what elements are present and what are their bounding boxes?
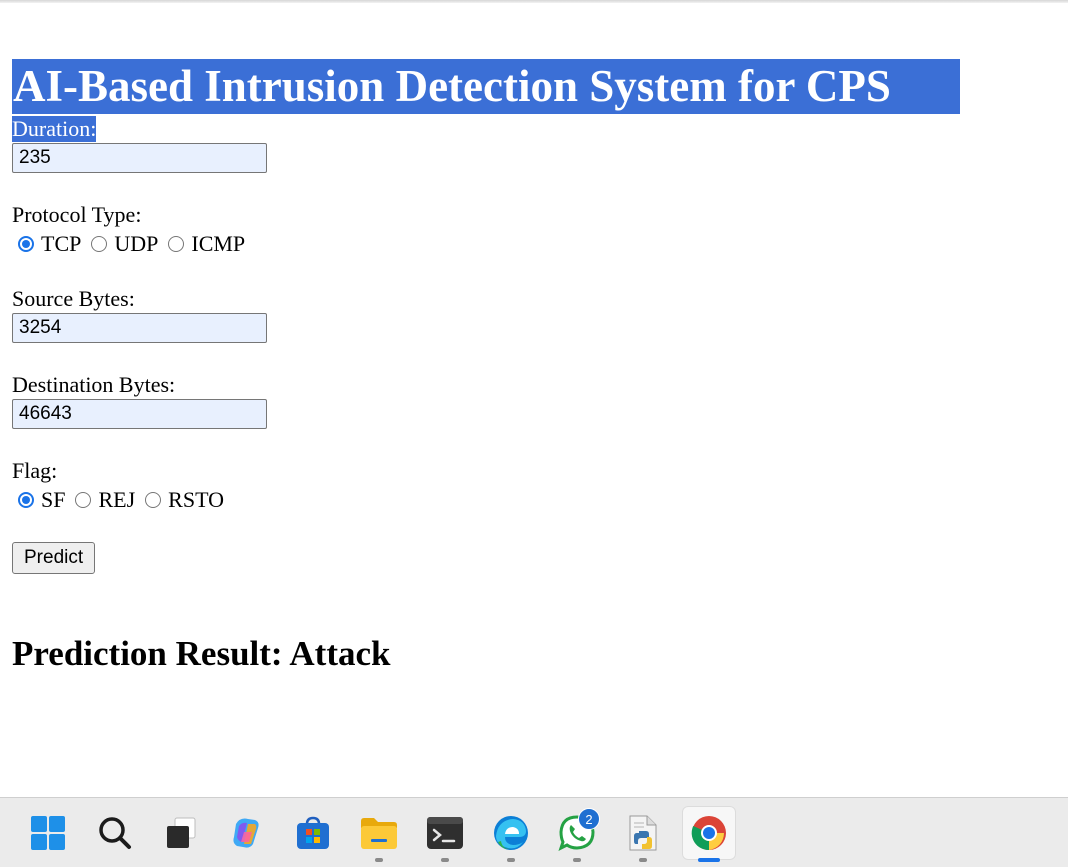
- terminal-icon: [427, 817, 463, 849]
- radio-rej[interactable]: [75, 492, 92, 508]
- edge-browser-icon: [494, 816, 528, 850]
- protocol-type-label: Protocol Type:: [12, 202, 142, 227]
- protocol-option-icmp[interactable]: ICMP: [168, 231, 245, 257]
- taskbar-python-file[interactable]: [616, 806, 670, 862]
- taskbar-copilot[interactable]: [220, 806, 274, 860]
- running-indicator: [375, 858, 383, 862]
- page-title: AI-Based Intrusion Detection System for …: [12, 59, 960, 115]
- radio-sf-label: SF: [41, 487, 66, 512]
- destination-bytes-input[interactable]: [12, 399, 267, 429]
- duration-label: Duration:: [12, 116, 97, 142]
- radio-tcp-label: TCP: [41, 231, 82, 256]
- taskbar-chrome[interactable]: [682, 806, 736, 862]
- running-indicator: [639, 858, 647, 862]
- duration-input[interactable]: [12, 143, 267, 173]
- radio-rsto[interactable]: [145, 492, 162, 508]
- radio-sf[interactable]: [18, 492, 34, 508]
- taskbar-task-view[interactable]: [154, 806, 208, 860]
- source-bytes-input[interactable]: [12, 313, 267, 343]
- windows-start-icon: [31, 816, 65, 850]
- taskbar-file-explorer[interactable]: [352, 806, 406, 862]
- protocol-option-udp[interactable]: UDP: [91, 231, 158, 257]
- running-indicator: [441, 858, 449, 862]
- destination-bytes-label: Destination Bytes:: [12, 372, 176, 397]
- taskbar-terminal[interactable]: [418, 806, 472, 862]
- taskbar-store[interactable]: [286, 806, 340, 860]
- taskbar-whatsapp[interactable]: 2: [550, 806, 604, 862]
- taskbar: 2: [0, 797, 1068, 867]
- predict-button[interactable]: Predict: [12, 542, 96, 574]
- search-icon: [99, 817, 131, 849]
- radio-rsto-label: RSTO: [168, 487, 225, 512]
- taskbar-edge[interactable]: [484, 806, 538, 862]
- taskbar-search[interactable]: [88, 806, 142, 860]
- top-border: [0, 0, 1068, 3]
- python-file-icon: [629, 815, 657, 851]
- radio-icmp[interactable]: [168, 236, 185, 252]
- flag-radio-group: SF REJ RSTO: [18, 487, 234, 513]
- radio-udp-label: UDP: [114, 231, 159, 256]
- taskbar-start[interactable]: [21, 806, 75, 860]
- source-bytes-label: Source Bytes:: [12, 286, 135, 311]
- file-explorer-icon: [361, 818, 397, 849]
- active-indicator: [698, 858, 720, 862]
- radio-udp[interactable]: [91, 236, 108, 252]
- task-view-icon: [167, 817, 196, 848]
- radio-rej-label: REJ: [98, 487, 136, 512]
- chrome-icon: [691, 816, 726, 851]
- radio-icmp-label: ICMP: [191, 231, 246, 256]
- flag-option-sf[interactable]: SF: [18, 487, 65, 513]
- protocol-option-tcp[interactable]: TCP: [18, 231, 81, 257]
- protocol-radio-group: TCP UDP ICMP: [18, 231, 255, 257]
- radio-tcp[interactable]: [18, 236, 34, 252]
- copilot-icon: [233, 818, 259, 848]
- notification-badge: 2: [578, 808, 600, 830]
- flag-label: Flag:: [12, 458, 58, 483]
- flag-option-rej[interactable]: REJ: [75, 487, 135, 513]
- running-indicator: [507, 858, 515, 862]
- running-indicator: [573, 858, 581, 862]
- prediction-result: Prediction Result: Attack: [12, 634, 391, 674]
- microsoft-store-icon: [297, 816, 329, 849]
- flag-option-rsto[interactable]: RSTO: [145, 487, 224, 513]
